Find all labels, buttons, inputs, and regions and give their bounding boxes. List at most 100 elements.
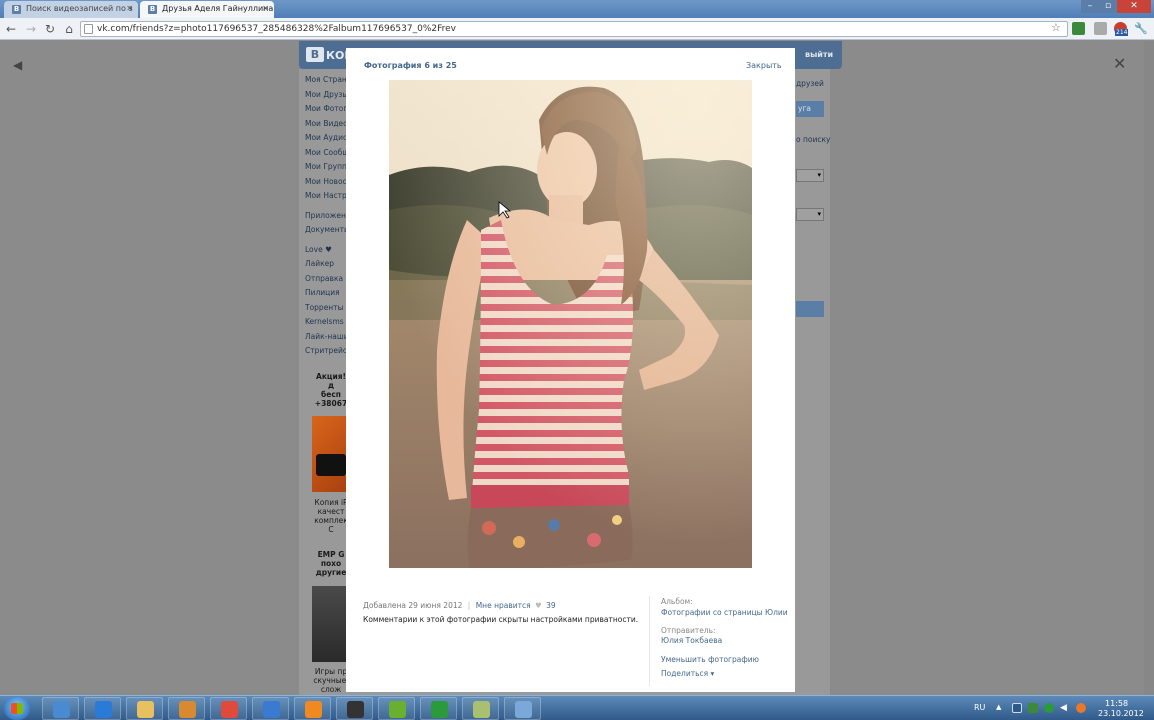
- taskbar-app-button[interactable]: [168, 697, 205, 720]
- taskbar-app-button[interactable]: [42, 697, 79, 720]
- page-scrollbar[interactable]: [1144, 41, 1154, 695]
- taskbar-app-button[interactable]: [126, 697, 163, 720]
- close-viewer-icon[interactable]: ✕: [1113, 54, 1126, 73]
- menu-item[interactable]: Kernelsms: [305, 317, 349, 332]
- search-link-fragment[interactable]: о поиску: [796, 135, 830, 144]
- address-bar[interactable]: vk.com/friends?z=photo117696537_28548632…: [80, 21, 1068, 37]
- tab-close-icon[interactable]: ✕: [262, 4, 269, 13]
- minimize-button[interactable]: –: [1081, 0, 1099, 13]
- taskbar-app-button[interactable]: [420, 697, 457, 720]
- volume-icon[interactable]: ◀: [1060, 703, 1070, 713]
- extension-icon[interactable]: [1072, 22, 1085, 35]
- taskbar-app-button[interactable]: [378, 697, 415, 720]
- language-indicator[interactable]: RU: [974, 703, 985, 712]
- menu-item[interactable]: Лайкер: [305, 259, 349, 274]
- taskbar-app-button[interactable]: [84, 697, 121, 720]
- start-button[interactable]: [4, 697, 30, 720]
- folder-icon: [137, 701, 154, 718]
- utorrent-tray-icon[interactable]: [1044, 703, 1054, 713]
- action-bar[interactable]: [796, 301, 824, 317]
- url-text: vk.com/friends?z=photo117696537_28548632…: [97, 24, 456, 34]
- heart-icon[interactable]: ♥: [535, 601, 542, 610]
- clock-time[interactable]: 11:58: [1105, 699, 1128, 708]
- monitor-icon[interactable]: [1028, 703, 1038, 713]
- like-count[interactable]: 39: [546, 601, 556, 610]
- album-label: Альбом:: [661, 597, 693, 606]
- menu-item[interactable]: Мои Видеоз: [305, 119, 349, 134]
- reload-button[interactable]: ↻: [43, 21, 57, 37]
- clock-date[interactable]: 23.10.2012: [1098, 709, 1144, 718]
- sender-label: Отправитель:: [661, 626, 716, 635]
- taskbar-app-button[interactable]: [462, 697, 499, 720]
- notifications-extension-icon[interactable]: 214: [1114, 22, 1129, 36]
- wrench-menu-icon[interactable]: 🔧: [1134, 22, 1148, 35]
- system-tray: RU ▲ ◀ 11:58 23.10.2012: [968, 696, 1154, 720]
- menu-item[interactable]: Пилиция: [305, 288, 349, 303]
- promo-image-game[interactable]: [312, 586, 348, 662]
- menu-item[interactable]: Стритрейсе: [305, 346, 349, 361]
- tab-title: Друзья Аделя Гайнуллина: [162, 4, 274, 13]
- menu-item[interactable]: Мои Новост: [305, 177, 349, 192]
- menu-item[interactable]: Документы: [305, 225, 349, 240]
- sender-link[interactable]: Юлия Токбаева: [661, 636, 722, 645]
- window-close-button[interactable]: ✕: [1117, 0, 1151, 13]
- vk-favicon-icon: B: [148, 5, 157, 14]
- taskbar-app-button[interactable]: [336, 697, 373, 720]
- notepad-icon: [473, 701, 490, 718]
- tab-video-search[interactable]: B Поиск видеозаписей по з ✕: [4, 1, 138, 18]
- menu-item[interactable]: Приложени: [305, 211, 349, 226]
- browser-tab-strip: B Поиск видеозаписей по з ✕ B Друзья Аде…: [0, 0, 1154, 18]
- added-date: Добавлена 29 июня 2012: [363, 601, 463, 610]
- window-icon: [515, 701, 532, 718]
- add-friend-button[interactable]: уга: [796, 101, 824, 117]
- exit-link[interactable]: выйти: [805, 50, 833, 59]
- taskbar-app-button[interactable]: [210, 697, 247, 720]
- menu-item[interactable]: Торренты: [305, 303, 349, 318]
- menu-item[interactable]: Мои Аудиоз: [305, 133, 349, 148]
- share-link[interactable]: Поделиться ▾: [661, 669, 714, 678]
- close-link[interactable]: Закрыть: [746, 61, 782, 70]
- menu-item[interactable]: Моя Страни: [305, 75, 349, 90]
- menu-item[interactable]: Мои Сообщ: [305, 148, 349, 163]
- promo-image-phone[interactable]: [312, 416, 348, 492]
- tab-friends[interactable]: B Друзья Аделя Гайнуллина ✕: [140, 1, 274, 18]
- browser-toolbar: ← → ↻ ⌂ vk.com/friends?z=photo117696537_…: [0, 18, 1154, 40]
- menu-item[interactable]: Мои Фотогр: [305, 104, 349, 119]
- taskbar-app-button[interactable]: [294, 697, 331, 720]
- menu-item[interactable]: Лайк-наши: [305, 332, 349, 347]
- left-menu: Моя Страни Мои Друзья Мои Фотогр Мои Видеоз…: [305, 75, 349, 361]
- photo[interactable]: [389, 80, 752, 568]
- previous-photo-icon[interactable]: ◀: [13, 58, 22, 72]
- menu-item[interactable]: Мои Группы: [305, 162, 349, 177]
- filter-select[interactable]: ▾: [796, 208, 824, 221]
- show-hidden-icons-icon[interactable]: ▲: [996, 703, 1006, 713]
- menu-item[interactable]: Мои Друзья: [305, 90, 349, 105]
- chrome-icon: [221, 701, 238, 718]
- album-link[interactable]: Фотографии со страницы Юлии: [661, 608, 788, 617]
- like-link[interactable]: Мне нравится: [476, 601, 531, 610]
- forward-button[interactable]: →: [24, 21, 38, 37]
- shrink-photo-link[interactable]: Уменьшить фотографию: [661, 655, 759, 664]
- vk-logo-icon[interactable]: В: [306, 47, 324, 62]
- filter-select[interactable]: ▾: [796, 169, 824, 182]
- promo-text-2[interactable]: Копия iP качест комплек С: [312, 498, 350, 534]
- promo-text-3[interactable]: EMP Gпохо другие: [312, 550, 350, 577]
- menu-item[interactable]: Мои Настро: [305, 191, 349, 206]
- taskbar-app-button[interactable]: [504, 697, 541, 720]
- signal-extension-icon[interactable]: [1094, 22, 1107, 35]
- promo-text-1[interactable]: Акция! д бесп +38067: [312, 372, 350, 408]
- tab-close-icon[interactable]: ✕: [126, 4, 133, 13]
- taskbar-app-button[interactable]: [252, 697, 289, 720]
- menu-item[interactable]: Love ♥: [305, 245, 349, 260]
- windows-taskbar: RU ▲ ◀ 11:58 23.10.2012: [0, 695, 1154, 720]
- game-icon: [347, 701, 364, 718]
- mail-icon: [263, 701, 280, 718]
- network-icon[interactable]: [1012, 703, 1022, 713]
- promo-text-4[interactable]: Игры пр скучные, слож: [312, 667, 350, 694]
- app-tray-icon[interactable]: [1076, 703, 1086, 713]
- menu-item[interactable]: Отправка С: [305, 274, 349, 289]
- back-button[interactable]: ←: [4, 21, 18, 37]
- maximize-button[interactable]: ▫: [1099, 0, 1117, 13]
- home-button[interactable]: ⌂: [62, 21, 76, 37]
- bookmark-star-icon[interactable]: ☆: [1051, 21, 1061, 34]
